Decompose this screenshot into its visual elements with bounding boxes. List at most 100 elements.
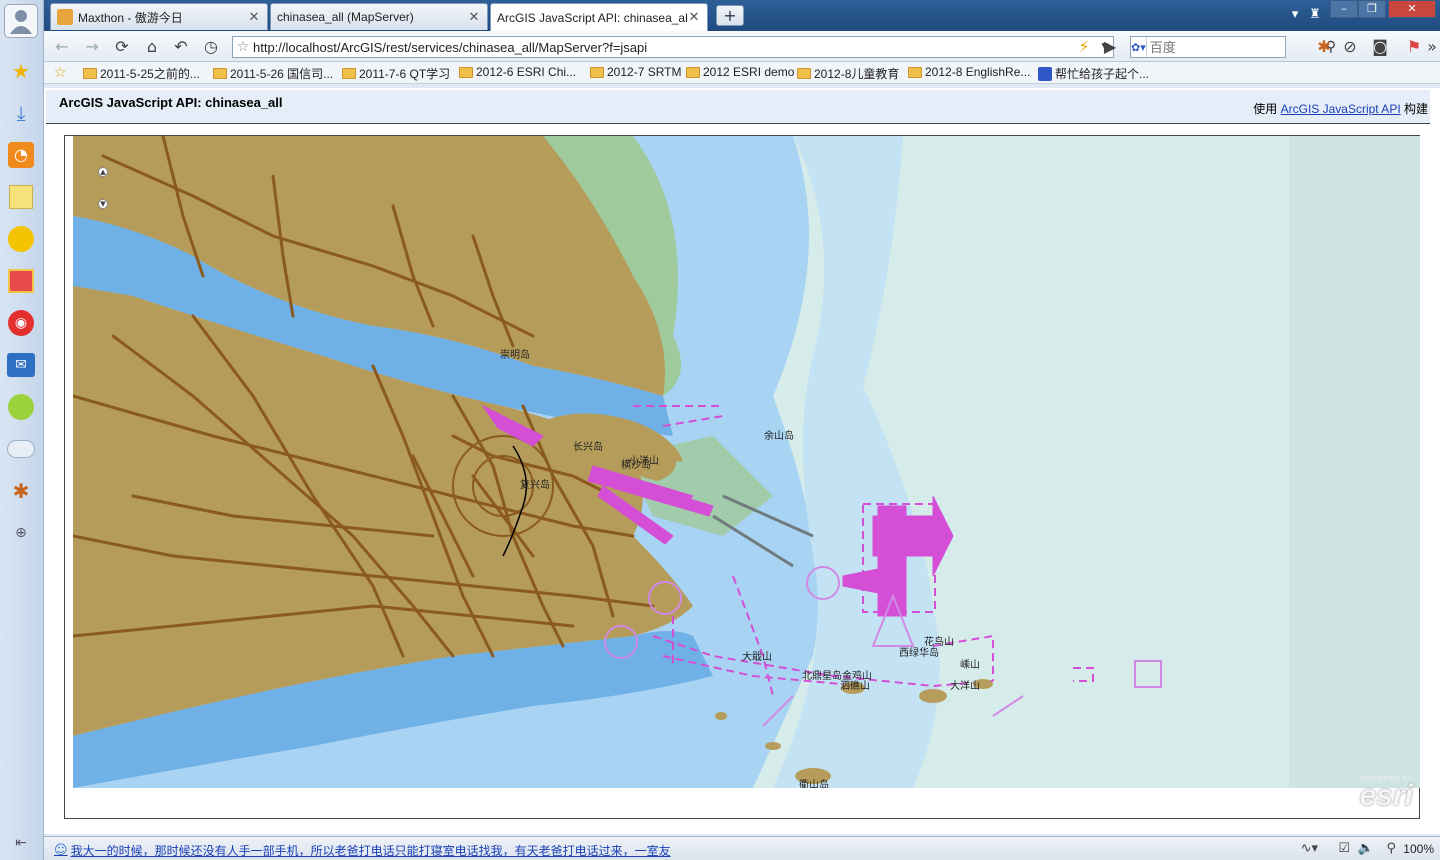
tab-maxthon-today[interactable]: Maxthon - 傲游今日 ✕ — [50, 3, 268, 30]
page-header: ArcGIS JavaScript API: chinasea_all 使用 A… — [46, 90, 1430, 124]
close-window-button[interactable]: ✕ — [1388, 0, 1436, 18]
volume-icon[interactable]: 🔈 — [1358, 841, 1374, 856]
screenshot-camera-icon[interactable]: ◙ — [1370, 37, 1390, 57]
favorite-label: 2012-7 SRTM — [607, 65, 682, 79]
weibo-icon[interactable]: ◉ — [4, 306, 38, 340]
add-sidebar-item-icon[interactable]: ⊕ — [4, 516, 38, 550]
undo-close-icon[interactable]: ↶ — [171, 37, 191, 57]
refresh-icon[interactable]: ⟳ — [112, 37, 132, 57]
folder-icon — [590, 66, 604, 78]
baidu-paw-icon — [1038, 66, 1052, 81]
status-bar: ☺ 我大一的时候，那时候还没有人手一部手机，所以老爸打电话只能打寝室电话找我，有天… — [44, 836, 1440, 860]
history-clock-icon[interactable]: ◷ — [201, 37, 221, 57]
page-title: ArcGIS JavaScript API: chinasea_all — [59, 95, 283, 110]
map-label: 余山岛 — [764, 431, 794, 442]
map-label: 小洋山 — [629, 456, 659, 467]
favorite-label: 2011-5-26 国信司... — [230, 67, 334, 81]
esri-logo[interactable]: POWERED BY esri — [1360, 776, 1413, 811]
skin-icon[interactable]: ♜ — [1306, 7, 1324, 25]
tools-icon[interactable]: ⚑ — [1404, 37, 1424, 57]
download-icon[interactable]: ⤓ — [4, 96, 38, 130]
favorite-label: 2012-6 ESRI Chi... — [476, 65, 577, 79]
map-canvas[interactable]: ▲ ▼ 崇明岛 余山岛 长兴岛 横沙岛 复兴岛 大戢山 北鼎星岛金鸡山 西绿华岛… — [73, 136, 1420, 788]
go-arrow-icon[interactable]: ▶ — [1100, 37, 1120, 57]
zoom-level[interactable]: 100% — [1403, 842, 1434, 856]
favorite-folder[interactable]: 2011-5-26 国信司... — [213, 65, 333, 82]
map-label: 衢山岛 — [799, 780, 829, 788]
favorite-folder[interactable]: 2011-7-6 QT学习 — [342, 65, 450, 82]
plugin-bug-icon[interactable]: ✱ — [1314, 37, 1334, 57]
folder-icon — [83, 68, 97, 79]
arcgis-jsapi-link[interactable]: ArcGIS JavaScript API — [1281, 102, 1401, 116]
home-icon[interactable]: ⌂ — [142, 37, 162, 57]
zoom-icon[interactable]: ⚲ — [1386, 841, 1396, 856]
folder-icon — [459, 66, 473, 78]
news-ticker-link[interactable]: ☺ 我大一的时候，那时候还没有人手一部手机，所以老爸打电话只能打寝室电话找我，有天… — [54, 842, 671, 859]
favorite-link[interactable]: 帮忙给孩子起个... — [1038, 65, 1149, 82]
map-label: 嵊山 — [960, 660, 980, 671]
favorite-label: 2012 ESRI demo — [703, 65, 795, 79]
more-tools-icon[interactable]: » — [1422, 37, 1440, 57]
bug-icon[interactable]: ✱ — [4, 474, 38, 508]
activity-icon[interactable]: ∿▾ — [1301, 841, 1318, 856]
news-ticker-text: 我大一的时候，那时候还没有人手一部手机，所以老爸打电话只能打寝室电话找我，有天老… — [70, 844, 671, 858]
favorite-label: 2011-7-6 QT学习 — [359, 67, 451, 81]
mail-icon[interactable]: ✉ — [4, 348, 38, 382]
favorites-star-icon[interactable]: ★ — [4, 54, 38, 88]
user-avatar-icon[interactable] — [4, 4, 38, 38]
zoom-in-button[interactable]: ▲ — [98, 167, 108, 177]
favorite-folder[interactable]: 2012-6 ESRI Chi... — [459, 65, 576, 79]
favorite-folder[interactable]: 2012-8 EnglishRe... — [908, 65, 1030, 79]
map-frame: ▲ ▼ 崇明岛 余山岛 长兴岛 横沙岛 复兴岛 大戢山 北鼎星岛金鸡山 西绿华岛… — [64, 135, 1420, 819]
map-label: 花鸟山 — [924, 637, 954, 648]
left-sidebar: ★ ⤓ ◔ ◉ ✉ ✱ ⊕ ⇤ — [0, 0, 44, 860]
map-label: 大戢山 — [742, 652, 772, 663]
new-tab-button[interactable]: + — [716, 5, 744, 26]
smiley-icon: ☺ — [54, 843, 68, 858]
tab-title: chinasea_all (MapServer) — [277, 10, 414, 24]
tab-title: ArcGIS JavaScript API: chinasea_all — [497, 10, 687, 25]
address-bar[interactable]: ☆ http://localhost/ArcGIS/rest/services/… — [232, 36, 1114, 58]
game-icon[interactable] — [4, 222, 38, 256]
gift-icon[interactable] — [4, 264, 38, 298]
url-text[interactable]: http://localhost/ArcGIS/rest/services/ch… — [253, 40, 1097, 55]
tab-list-dropdown-icon[interactable]: ▾ — [1286, 7, 1304, 25]
search-box[interactable]: ✿▾ ⚲ — [1130, 36, 1336, 58]
sidebar-collapse-icon[interactable]: ⇤ — [4, 826, 38, 860]
close-icon[interactable]: ✕ — [687, 10, 701, 25]
folder-icon — [686, 66, 700, 78]
ad-block-icon[interactable]: ⊘ — [1340, 37, 1360, 57]
baidu-engine-icon[interactable]: ✿▾ — [1131, 37, 1147, 57]
favorite-folder[interactable]: 2011-5-25之前的... — [83, 65, 200, 82]
minimize-button[interactable]: – — [1330, 0, 1358, 18]
tab-arcgis-jsapi[interactable]: ArcGIS JavaScript API: chinasea_all ✕ — [490, 3, 708, 31]
check-icon[interactable]: ☑ — [1338, 841, 1350, 856]
notes-icon[interactable] — [4, 180, 38, 214]
favorite-label: 2012-8 EnglishRe... — [925, 65, 1031, 79]
restore-button[interactable]: ❐ — [1358, 0, 1386, 18]
back-arrow-icon[interactable]: ← — [52, 37, 72, 57]
cloud-icon[interactable] — [4, 432, 38, 466]
tab-title: Maxthon - 傲游今日 — [78, 10, 183, 25]
favorite-folder[interactable]: 2012-8儿童教育 — [797, 65, 899, 82]
forward-arrow-icon[interactable]: → — [82, 37, 102, 57]
map-label: 崇明岛 — [500, 350, 530, 361]
favorite-label: 2012-8儿童教育 — [814, 67, 900, 81]
favorites-bar: ☆ 2011-5-25之前的... 2011-5-26 国信司... 2011-… — [44, 62, 1440, 84]
bookmark-star-icon[interactable]: ☆ — [233, 39, 253, 55]
close-icon[interactable]: ✕ — [247, 10, 261, 25]
search-input[interactable] — [1146, 38, 1326, 56]
folder-icon — [908, 66, 922, 78]
folder-icon — [213, 68, 227, 79]
lightning-icon[interactable]: ⚡ — [1074, 37, 1094, 57]
tab-mapserver[interactable]: chinasea_all (MapServer) ✕ — [270, 3, 488, 30]
rss-icon[interactable]: ◔ — [4, 138, 38, 172]
zoom-out-button[interactable]: ▼ — [98, 199, 108, 209]
close-icon[interactable]: ✕ — [467, 10, 481, 25]
favorites-star-icon[interactable]: ☆ — [54, 65, 67, 81]
favorite-folder[interactable]: 2012 ESRI demo — [686, 65, 794, 79]
chat-smiley-icon[interactable] — [4, 390, 38, 424]
map-label: 复兴岛 — [520, 480, 550, 491]
favorite-folder[interactable]: 2012-7 SRTM — [590, 65, 681, 79]
folder-icon — [797, 68, 811, 79]
